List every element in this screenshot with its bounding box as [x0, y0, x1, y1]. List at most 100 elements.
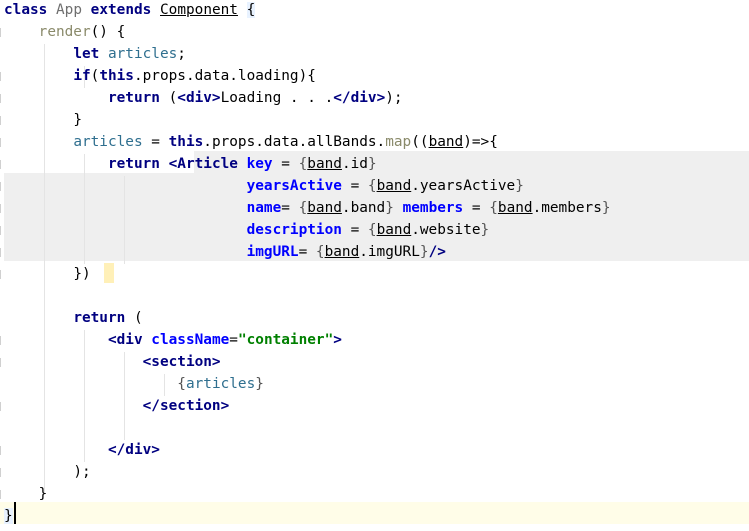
code-token: members — [402, 200, 464, 216]
code-token: yearsActive — [246, 178, 342, 194]
code-token: <div — [107, 332, 143, 348]
code-line[interactable]: <section> — [4, 351, 221, 373]
code-token: band — [497, 200, 533, 216]
code-token: (( — [411, 134, 429, 150]
code-line[interactable]: name= {band.band} members = {band.member… — [4, 197, 611, 219]
code-token: { — [298, 200, 308, 216]
code-token: = — [341, 222, 368, 238]
code-token: { — [298, 156, 308, 172]
code-token: class — [4, 2, 48, 18]
code-token: band — [376, 178, 412, 194]
current-line-highlight — [0, 502, 749, 524]
code-token: )=>{ — [463, 134, 498, 150]
code-token: let — [73, 46, 100, 62]
code-token: ( — [90, 68, 100, 84]
code-token: } — [4, 508, 13, 524]
code-token: band — [307, 156, 342, 172]
code-line[interactable]: }) — [4, 263, 91, 285]
code-token: description — [246, 222, 342, 238]
code-line[interactable]: yearsActive = {band.yearsActive} — [4, 175, 524, 197]
code-token: { — [246, 2, 256, 18]
code-token: } — [73, 112, 82, 128]
code-token: name — [246, 200, 282, 216]
code-line[interactable]: if(this.props.data.loading){ — [4, 65, 316, 87]
code-token: } — [419, 244, 429, 260]
code-line[interactable]: } — [4, 505, 13, 527]
code-token: <div> — [177, 90, 221, 106]
code-token: map — [385, 134, 412, 150]
code-token: articles — [107, 46, 178, 62]
code-token: /> — [428, 244, 446, 260]
code-line[interactable]: class App extends Component { — [4, 0, 256, 21]
code-token: band — [324, 244, 360, 260]
code-token: } — [255, 376, 264, 392]
code-line[interactable]: articles = this.props.data.allBands.map(… — [4, 131, 498, 153]
code-token: } — [367, 156, 377, 172]
code-line[interactable]: } — [4, 483, 48, 505]
code-token: Component — [160, 2, 238, 18]
code-line[interactable]: <div className="container"> — [4, 329, 342, 351]
code-token: .props.data.allBands. — [203, 134, 386, 150]
code-token: className — [151, 332, 230, 348]
code-line[interactable]: return ( — [4, 307, 143, 329]
code-line[interactable]: return (<div>Loading . . .</div>); — [4, 87, 403, 109]
code-line[interactable]: </div> — [4, 439, 160, 461]
code-token: articles — [185, 376, 256, 392]
code-token: .yearsActive — [411, 178, 516, 194]
code-token: </div> — [107, 442, 160, 458]
code-token: imgURL — [246, 244, 299, 260]
code-token: } — [38, 486, 48, 502]
code-token: { — [489, 200, 498, 216]
code-line[interactable]: </section> — [4, 395, 230, 417]
code-token: App — [56, 2, 82, 18]
code-line[interactable]: } — [4, 109, 82, 131]
text-cursor — [14, 502, 16, 524]
code-token: .props.data.loading){ — [133, 68, 316, 84]
code-token: } — [515, 178, 524, 194]
code-token: { — [315, 244, 325, 260]
code-token: ( — [125, 310, 143, 326]
code-token: = — [229, 332, 238, 348]
code-token: key — [246, 156, 273, 172]
code-line[interactable]: {articles} — [4, 373, 264, 395]
code-token: return — [107, 156, 160, 172]
code-token: }) — [73, 266, 91, 282]
code-token: render — [38, 24, 91, 40]
code-token: <Article — [168, 156, 238, 172]
code-token: return — [107, 90, 160, 106]
code-line[interactable]: render() { — [4, 21, 126, 43]
code-editor[interactable]: class App extends Component { render() {… — [0, 0, 749, 531]
code-token: this — [99, 68, 134, 84]
matched-brace-highlight — [104, 263, 114, 283]
code-line[interactable]: let articles; — [4, 43, 186, 65]
code-token: = — [463, 200, 490, 216]
code-line[interactable]: ); — [4, 461, 90, 483]
code-line[interactable]: description = {band.website} — [4, 219, 490, 241]
code-token: <section> — [142, 354, 221, 370]
code-line[interactable]: imgURL= {band.imgURL}/> — [4, 241, 446, 263]
code-token: .members — [532, 200, 602, 216]
code-token: .band — [341, 200, 386, 216]
code-line[interactable]: return <Article key = {band.id} — [4, 153, 377, 175]
code-token: articles — [73, 134, 143, 150]
